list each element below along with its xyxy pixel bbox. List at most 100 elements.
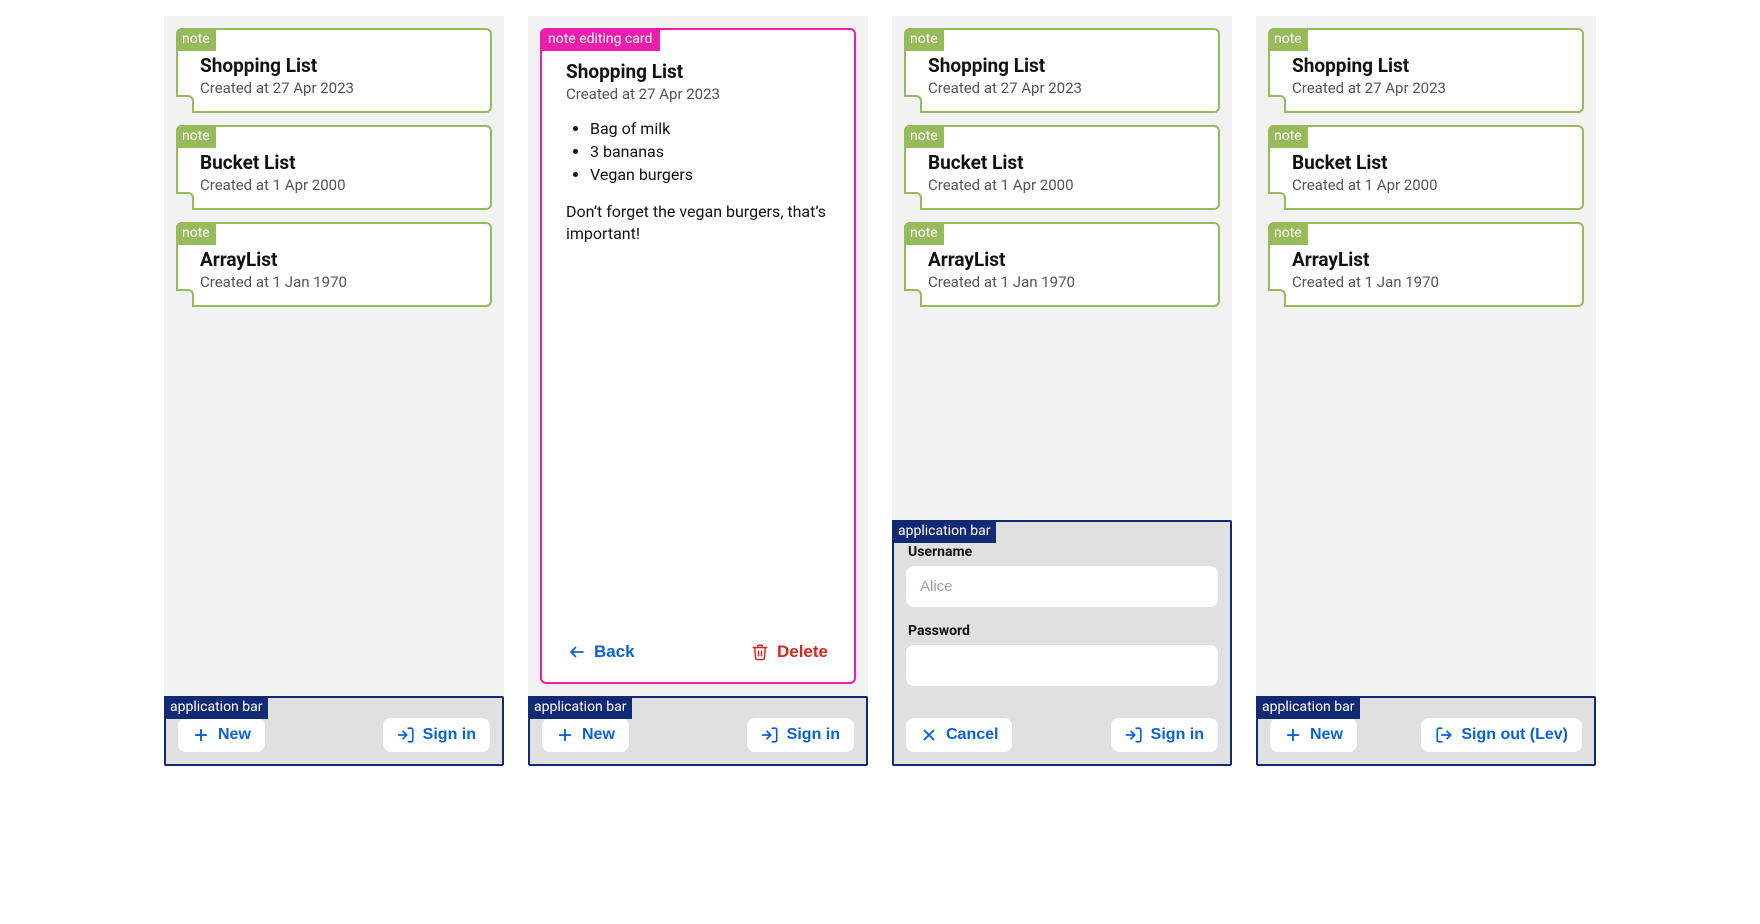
- screen-signed-in: note Shopping List Created at 27 Apr 202…: [1256, 16, 1596, 766]
- note-card[interactable]: note Bucket List Created at 1 Apr 2000: [176, 125, 492, 210]
- note-card[interactable]: note Shopping List Created at 27 Apr 202…: [904, 28, 1220, 113]
- signout-icon: [1435, 726, 1453, 744]
- popover-actions: Cancel Sign in: [906, 718, 1218, 752]
- signin-icon: [397, 726, 415, 744]
- back-label: Back: [594, 642, 635, 662]
- appbar-tag: application bar: [164, 696, 268, 719]
- signin-button[interactable]: Sign in: [747, 718, 854, 752]
- note-meta: Created at 1 Apr 2000: [200, 176, 468, 194]
- signin-popover: application bar Username Password Cancel…: [892, 520, 1232, 766]
- note-tag: note: [176, 125, 216, 148]
- editing-footnote: Don’t forget the vegan burgers, that’s i…: [566, 201, 830, 246]
- note-meta: Created at 27 Apr 2023: [928, 79, 1196, 97]
- note-title: Bucket List: [1292, 151, 1560, 174]
- delete-button[interactable]: Delete: [749, 638, 830, 666]
- note-card[interactable]: note Bucket List Created at 1 Apr 2000: [904, 125, 1220, 210]
- plus-icon: [556, 726, 574, 744]
- signout-label: Sign out (Lev): [1461, 726, 1568, 744]
- note-title: ArrayList: [200, 248, 468, 271]
- note-meta: Created at 1 Apr 2000: [1292, 176, 1560, 194]
- notes-list: note Shopping List Created at 27 Apr 202…: [164, 16, 504, 696]
- folded-corner: [1268, 192, 1286, 210]
- application-bar: application bar New Sign out (Lev): [1256, 696, 1596, 766]
- new-label: New: [1310, 726, 1343, 744]
- signin-icon: [1125, 726, 1143, 744]
- editing-wrap: note editing card Shopping List Created …: [528, 16, 868, 696]
- signin-label: Sign in: [423, 726, 476, 744]
- list-item: Vegan burgers: [590, 163, 830, 186]
- note-card[interactable]: note Shopping List Created at 27 Apr 202…: [176, 28, 492, 113]
- folded-corner: [904, 95, 922, 113]
- note-title: Shopping List: [928, 54, 1196, 77]
- new-button[interactable]: New: [178, 718, 265, 752]
- signin-icon: [761, 726, 779, 744]
- note-meta: Created at 27 Apr 2023: [200, 79, 468, 97]
- notes-list: note Shopping List Created at 27 Apr 202…: [892, 16, 1232, 520]
- note-title: Shopping List: [1292, 54, 1560, 77]
- folded-corner: [1268, 289, 1286, 307]
- note-meta: Created at 1 Jan 1970: [1292, 273, 1560, 291]
- editing-actions: Back Delete: [566, 626, 830, 666]
- note-tag: note: [904, 28, 944, 51]
- note-card[interactable]: note ArrayList Created at 1 Jan 1970: [1268, 222, 1584, 307]
- note-meta: Created at 1 Jan 1970: [928, 273, 1196, 291]
- note-title: ArrayList: [928, 248, 1196, 271]
- note-title: ArrayList: [1292, 248, 1560, 271]
- folded-corner: [176, 289, 194, 307]
- list-item: 3 bananas: [590, 140, 830, 163]
- note-card[interactable]: note Bucket List Created at 1 Apr 2000: [1268, 125, 1584, 210]
- new-label: New: [582, 726, 615, 744]
- note-tag: note: [904, 222, 944, 245]
- editing-body[interactable]: Bag of milk 3 bananas Vegan burgers Don’…: [566, 117, 830, 245]
- application-bar: application bar New Sign in: [528, 696, 868, 766]
- appbar-tag: application bar: [528, 696, 632, 719]
- back-button[interactable]: Back: [566, 638, 637, 666]
- folded-corner: [176, 192, 194, 210]
- note-title: Shopping List: [200, 54, 468, 77]
- note-card[interactable]: note ArrayList Created at 1 Jan 1970: [904, 222, 1220, 307]
- list-item: Bag of milk: [590, 117, 830, 140]
- signin-label: Sign in: [1151, 726, 1204, 744]
- note-meta: Created at 27 Apr 2023: [1292, 79, 1560, 97]
- note-tag: note: [904, 125, 944, 148]
- note-meta: Created at 1 Apr 2000: [928, 176, 1196, 194]
- note-editing-card[interactable]: note editing card Shopping List Created …: [540, 28, 856, 684]
- password-input[interactable]: [906, 645, 1218, 686]
- editing-title: Shopping List: [566, 60, 830, 83]
- trash-icon: [751, 643, 769, 661]
- editing-meta: Created at 27 Apr 2023: [566, 85, 830, 103]
- note-tag: note: [1268, 125, 1308, 148]
- new-button[interactable]: New: [542, 718, 629, 752]
- screen-signin-open: note Shopping List Created at 27 Apr 202…: [892, 16, 1232, 766]
- folded-corner: [1268, 95, 1286, 113]
- note-card[interactable]: note ArrayList Created at 1 Jan 1970: [176, 222, 492, 307]
- application-bar: application bar New Sign in: [164, 696, 504, 766]
- appbar-tag: application bar: [892, 520, 996, 543]
- note-tag: note: [176, 28, 216, 51]
- note-card[interactable]: note Shopping List Created at 27 Apr 202…: [1268, 28, 1584, 113]
- signin-label: Sign in: [787, 726, 840, 744]
- username-input[interactable]: [906, 566, 1218, 607]
- plus-icon: [1284, 726, 1302, 744]
- new-label: New: [218, 726, 251, 744]
- signin-button[interactable]: Sign in: [383, 718, 490, 752]
- folded-corner: [904, 289, 922, 307]
- note-title: Bucket List: [200, 151, 468, 174]
- folded-corner: [904, 192, 922, 210]
- cancel-button[interactable]: Cancel: [906, 718, 1012, 752]
- cancel-label: Cancel: [946, 726, 998, 744]
- appbar-tag: application bar: [1256, 696, 1360, 719]
- note-tag: note: [1268, 222, 1308, 245]
- folded-corner: [176, 95, 194, 113]
- signout-button[interactable]: Sign out (Lev): [1421, 718, 1582, 752]
- signin-button[interactable]: Sign in: [1111, 718, 1218, 752]
- screen-notes-list: note Shopping List Created at 27 Apr 202…: [164, 16, 504, 766]
- new-button[interactable]: New: [1270, 718, 1357, 752]
- delete-label: Delete: [777, 642, 828, 662]
- note-tag: note: [176, 222, 216, 245]
- note-title: Bucket List: [928, 151, 1196, 174]
- note-meta: Created at 1 Jan 1970: [200, 273, 468, 291]
- password-label: Password: [908, 623, 1218, 639]
- arrow-left-icon: [568, 643, 586, 661]
- notes-list: note Shopping List Created at 27 Apr 202…: [1256, 16, 1596, 696]
